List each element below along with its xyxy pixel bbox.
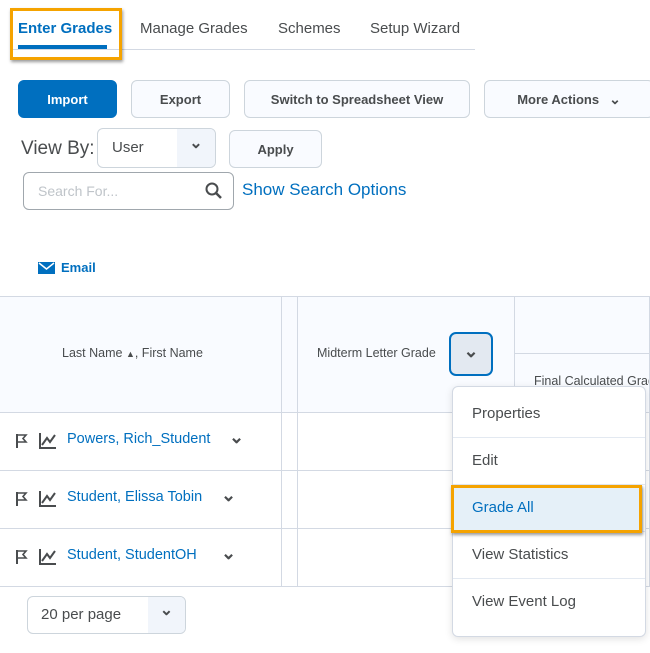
show-search-options-link[interactable]: Show Search Options (242, 180, 406, 200)
chevron-down-icon[interactable]: ⌄ (221, 543, 236, 564)
midterm-options-button[interactable]: ⌄ (449, 332, 493, 376)
flag-icon[interactable] (15, 433, 29, 449)
menu-item-properties[interactable]: Properties (472, 405, 540, 422)
page-size-select[interactable]: 20 per page ⌄ (27, 596, 186, 634)
view-by-label: View By: (21, 138, 95, 159)
chevron-down-icon[interactable]: ⌄ (221, 485, 236, 506)
chevron-down-icon: ⌄ (609, 90, 621, 107)
table-cell (282, 529, 298, 587)
chevron-down-icon[interactable]: ⌄ (229, 427, 244, 448)
col-firstname-label: , First Name (134, 346, 203, 360)
chart-icon[interactable] (39, 490, 57, 507)
sort-ascending-icon: ▲ (125, 349, 135, 359)
menu-item-view-statistics[interactable]: View Statistics (472, 546, 568, 563)
student-name-link[interactable]: Powers, Rich_Student (67, 431, 210, 447)
export-button[interactable]: Export (131, 80, 230, 118)
header-name[interactable]: Last Name ▲, First Name (0, 297, 282, 413)
header-group (515, 297, 650, 354)
highlight-grade-all (451, 485, 642, 533)
student-name-link[interactable]: Student, StudentOH (67, 547, 197, 563)
chevron-down-icon: ⌄ (148, 597, 185, 633)
col-midterm-label: Midterm Letter Grade (317, 346, 436, 360)
apply-button[interactable]: Apply (229, 130, 322, 168)
table-row: Powers, Rich_Student ⌄ (0, 413, 282, 471)
student-name-link[interactable]: Student, Elissa Tobin (67, 489, 202, 505)
menu-divider (453, 437, 645, 438)
col-name-label: Last Name (62, 346, 123, 360)
header-spacer (282, 297, 298, 413)
search-placeholder: Search For... (38, 183, 119, 199)
menu-item-edit[interactable]: Edit (472, 452, 498, 469)
more-actions-button[interactable]: More Actions ⌄ (484, 80, 650, 118)
menu-item-view-event-log[interactable]: View Event Log (472, 593, 576, 610)
menu-divider (453, 578, 645, 579)
tab-manage-grades[interactable]: Manage Grades (140, 20, 248, 37)
chevron-down-icon: ⌄ (463, 341, 479, 361)
switch-spreadsheet-button[interactable]: Switch to Spreadsheet View (244, 80, 470, 118)
view-by-select[interactable]: User ⌄ (97, 128, 216, 168)
email-label: Email (61, 260, 96, 275)
import-button[interactable]: Import (18, 80, 117, 118)
flag-icon[interactable] (15, 491, 29, 507)
page-size-value: 20 per page (41, 606, 122, 623)
flag-icon[interactable] (15, 549, 29, 565)
table-cell (282, 413, 298, 471)
chevron-down-icon: ⌄ (177, 129, 215, 167)
view-by-value: User (112, 139, 144, 156)
table-cell (282, 471, 298, 529)
tab-schemes[interactable]: Schemes (278, 20, 341, 37)
more-actions-label: More Actions (517, 91, 600, 107)
highlight-enter-grades (10, 8, 122, 60)
email-icon (38, 261, 55, 274)
tab-setup-wizard[interactable]: Setup Wizard (370, 20, 460, 37)
chart-icon[interactable] (39, 548, 57, 565)
search-input[interactable]: Search For... (23, 172, 234, 210)
table-row: Student, Elissa Tobin ⌄ (0, 471, 282, 529)
chart-icon[interactable] (39, 432, 57, 449)
search-icon[interactable] (205, 182, 223, 200)
table-row: Student, StudentOH ⌄ (0, 529, 282, 587)
email-button[interactable]: Email (38, 260, 96, 275)
